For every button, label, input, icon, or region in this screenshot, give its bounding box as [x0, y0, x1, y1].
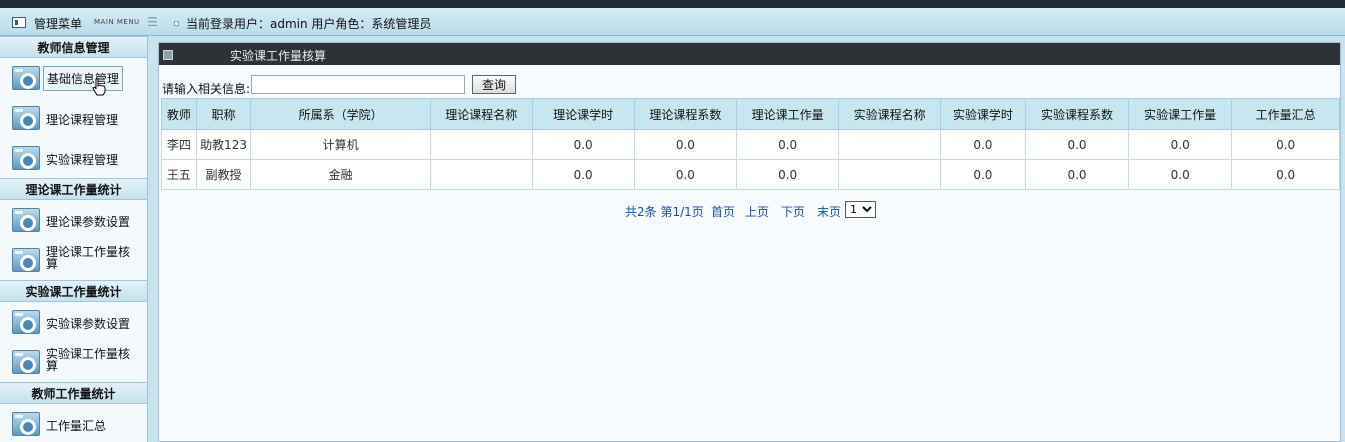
gear-icon	[12, 248, 40, 272]
sidebar-item-theory-course[interactable]: 理论课程管理	[0, 98, 147, 138]
cell-lab-coefficient: 0.0	[1024, 129, 1130, 160]
panel-title-icon	[163, 50, 173, 60]
col-theory-coefficient: 理论课程系数	[633, 98, 738, 130]
table-row: 王五 副教授 金融 0.0 0.0 0.0 0.0 0.0 0.0 0.0	[161, 159, 1340, 190]
sidebar-section-teacher-info: 教师信息管理	[0, 36, 147, 58]
login-user-info: 当前登录用户：admin 用户角色：系统管理员	[186, 17, 432, 31]
sidebar-item-workload-summary[interactable]: 工作量汇总	[0, 404, 147, 442]
cell-lab-hours: 0.0	[939, 159, 1026, 190]
menu-subtitle: MAIN MENU	[94, 18, 140, 26]
hand-cursor-icon	[92, 78, 106, 96]
gear-icon	[12, 310, 40, 334]
gear-icon	[12, 146, 40, 170]
cell-lab-course-name	[838, 159, 941, 190]
col-theory-course-name: 理论课程名称	[429, 98, 533, 130]
gear-icon	[12, 208, 40, 232]
pagination-prev-link[interactable]: 上页	[745, 203, 769, 220]
panel-title-bar: 实验课工作量核算	[159, 43, 1340, 65]
menu-toggle-icon[interactable]: ☰	[147, 15, 158, 29]
cell-teacher: 李四	[161, 129, 197, 160]
sidebar-item-label: 实验课参数设置	[46, 317, 131, 331]
sidebar-item-theory-workload[interactable]: 理论课工作量核算	[0, 240, 147, 280]
page-select[interactable]: 1	[845, 201, 876, 218]
cell-department: 金融	[250, 159, 431, 190]
page-title: 实验课工作量核算	[230, 49, 327, 63]
search-bar: 请输入相关信息: 查询	[159, 73, 1340, 97]
col-teacher: 教师	[161, 98, 197, 130]
col-title: 职称	[195, 98, 252, 130]
cell-theory-workload: 0.0	[736, 159, 840, 190]
pagination-last-link[interactable]: 末页	[817, 203, 841, 220]
cell-lab-course-name	[838, 129, 941, 160]
search-button[interactable]: 查询	[472, 75, 516, 94]
sidebar: 教师信息管理 基础信息管理 理论课程管理 实验课程管理 理论课工作量统计 理论课…	[0, 36, 148, 442]
menu-icon	[12, 17, 26, 28]
menu-title: 管理菜单	[34, 17, 83, 31]
col-lab-workload: 实验课工作量	[1128, 98, 1233, 130]
cell-theory-coefficient: 0.0	[633, 129, 738, 160]
col-lab-hours: 实验课学时	[939, 98, 1026, 130]
gear-icon	[12, 106, 40, 130]
header-bar: 管理菜单 MAIN MENU ☰ 当前登录用户：admin 用户角色：系统管理员	[0, 8, 1345, 36]
sidebar-item-label: 工作量汇总	[46, 419, 107, 433]
col-department: 所属系（学院）	[250, 98, 431, 130]
gear-icon	[12, 412, 40, 436]
cell-theory-coefficient: 0.0	[633, 159, 738, 190]
sidebar-item-lab-course[interactable]: 实验课程管理	[0, 138, 147, 178]
cell-theory-hours: 0.0	[531, 129, 635, 160]
pagination-next-link[interactable]: 下页	[781, 203, 805, 220]
search-label: 请输入相关信息:	[162, 82, 251, 96]
col-lab-course-name: 实验课程名称	[838, 98, 941, 130]
cell-workload-total: 0.0	[1231, 159, 1340, 190]
pagination-summary: 共2条 第1/1页	[625, 205, 704, 219]
sidebar-item-label: 理论课程管理	[46, 113, 119, 127]
user-bullet-icon	[174, 21, 179, 26]
cell-lab-hours: 0.0	[939, 129, 1026, 160]
cell-workload-total: 0.0	[1231, 129, 1340, 160]
sidebar-item-theory-params[interactable]: 理论课参数设置	[0, 200, 147, 240]
table-header-row: 教师 职称 所属系（学院） 理论课程名称 理论课学时 理论课程系数 理论课工作量…	[161, 98, 1340, 130]
cell-lab-workload: 0.0	[1128, 129, 1233, 160]
cell-theory-course-name	[429, 129, 533, 160]
workload-table: 教师 职称 所属系（学院） 理论课程名称 理论课学时 理论课程系数 理论课工作量…	[161, 98, 1340, 190]
cell-department: 计算机	[250, 129, 431, 160]
cell-teacher: 王五	[161, 159, 197, 190]
pagination: 共2条 第1/1页 首页 上页 下页 末页 1	[159, 199, 1340, 219]
sidebar-item-label: 理论课参数设置	[46, 215, 131, 229]
col-theory-hours: 理论课学时	[531, 98, 635, 130]
main-panel: 实验课工作量核算 请输入相关信息: 查询 教师 职称 所属系（学院） 理论课程名…	[158, 42, 1341, 442]
top-band	[0, 0, 1345, 8]
gear-icon	[12, 66, 40, 90]
cell-lab-coefficient: 0.0	[1024, 159, 1130, 190]
search-input[interactable]	[251, 75, 465, 94]
cell-title: 助教123	[195, 129, 252, 160]
pagination-first-link[interactable]: 首页	[711, 203, 735, 220]
sidebar-item-lab-params[interactable]: 实验课参数设置	[0, 302, 147, 342]
sidebar-item-basic-info[interactable]: 基础信息管理	[0, 58, 147, 98]
cell-theory-course-name	[429, 159, 533, 190]
table-row: 李四 助教123 计算机 0.0 0.0 0.0 0.0 0.0 0.0 0.0	[161, 129, 1340, 160]
gear-icon	[12, 350, 40, 374]
cell-theory-hours: 0.0	[531, 159, 635, 190]
sidebar-item-label: 实验课工作量核算	[46, 347, 131, 373]
right-edge	[1341, 36, 1345, 442]
col-workload-total: 工作量汇总	[1231, 98, 1340, 130]
sidebar-section-teacher-stats: 教师工作量统计	[0, 382, 147, 404]
cell-theory-workload: 0.0	[736, 129, 840, 160]
sidebar-section-lab-stats: 实验课工作量统计	[0, 280, 147, 302]
col-theory-workload: 理论课工作量	[736, 98, 840, 130]
sidebar-item-label: 基础信息管理	[43, 66, 124, 91]
sidebar-item-label: 实验课程管理	[46, 153, 119, 167]
col-lab-coefficient: 实验课程系数	[1024, 98, 1130, 130]
sidebar-item-label: 理论课工作量核算	[46, 245, 131, 271]
cell-lab-workload: 0.0	[1128, 159, 1233, 190]
sidebar-section-theory-stats: 理论课工作量统计	[0, 178, 147, 200]
cell-title: 副教授	[195, 159, 252, 190]
sidebar-item-lab-workload[interactable]: 实验课工作量核算	[0, 342, 147, 382]
